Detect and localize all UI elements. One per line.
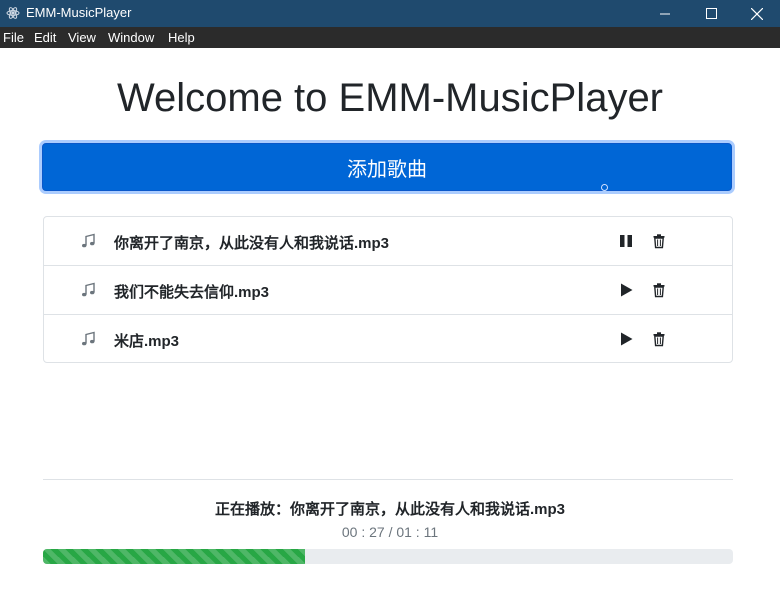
now-playing-label: 正在播放：你离开了南京，从此没有人和我说话.mp3 — [214, 501, 565, 518]
song-row[interactable]: 你离开了南京，从此没有人和我说话.mp3 — [44, 217, 732, 266]
song-list: 你离开了南京，从此没有人和我说话.mp3 我们不能失去信仰.mp3 米店.mp3 — [43, 216, 733, 363]
play-icon — [621, 283, 633, 297]
maximize-icon — [705, 8, 717, 19]
add-song-button-label: 添加歌曲 — [347, 158, 427, 181]
pause-icon — [620, 235, 632, 247]
music-note-icon — [82, 282, 95, 297]
minimize-icon — [660, 13, 670, 14]
trash-icon[interactable] — [651, 331, 667, 347]
title-bar: EMM-MusicPlayer — [0, 0, 780, 27]
menu-file[interactable]: File — [3, 30, 24, 45]
close-icon — [751, 7, 763, 20]
music-note-icon — [82, 331, 95, 346]
cursor-indicator — [601, 184, 608, 191]
song-row[interactable]: 我们不能失去信仰.mp3 — [44, 266, 732, 315]
close-button[interactable] — [734, 0, 780, 27]
progress-bar[interactable] — [43, 549, 733, 564]
menu-bar: File Edit View Window Help — [0, 27, 780, 48]
song-row[interactable]: 米店.mp3 — [44, 315, 732, 362]
play-icon — [621, 332, 633, 346]
menu-window[interactable]: Window — [108, 30, 154, 45]
maximize-button[interactable] — [688, 0, 734, 27]
playback-time: 00 : 27 / 01 : 11 — [341, 524, 439, 540]
minimize-button[interactable] — [642, 0, 688, 27]
menu-view[interactable]: View — [68, 30, 96, 45]
song-name: 我们不能失去信仰.mp3 — [114, 284, 270, 301]
song-name: 你离开了南京，从此没有人和我说话.mp3 — [114, 235, 390, 252]
electron-app-icon — [6, 7, 20, 19]
menu-help[interactable]: Help — [168, 30, 195, 45]
play-button[interactable] — [617, 330, 635, 348]
music-note-icon — [82, 233, 95, 248]
page-title: Welcome to EMM-MusicPlayer — [116, 76, 664, 120]
menu-edit[interactable]: Edit — [34, 30, 56, 45]
add-song-button[interactable]: 添加歌曲 — [42, 143, 732, 191]
trash-icon[interactable] — [651, 233, 667, 249]
progress-fill — [43, 549, 306, 564]
window-title: EMM-MusicPlayer — [26, 5, 132, 20]
song-name: 米店.mp3 — [114, 333, 180, 350]
trash-icon[interactable] — [651, 282, 667, 298]
divider — [43, 479, 733, 480]
play-button[interactable] — [617, 281, 635, 299]
pause-button[interactable] — [617, 232, 635, 250]
